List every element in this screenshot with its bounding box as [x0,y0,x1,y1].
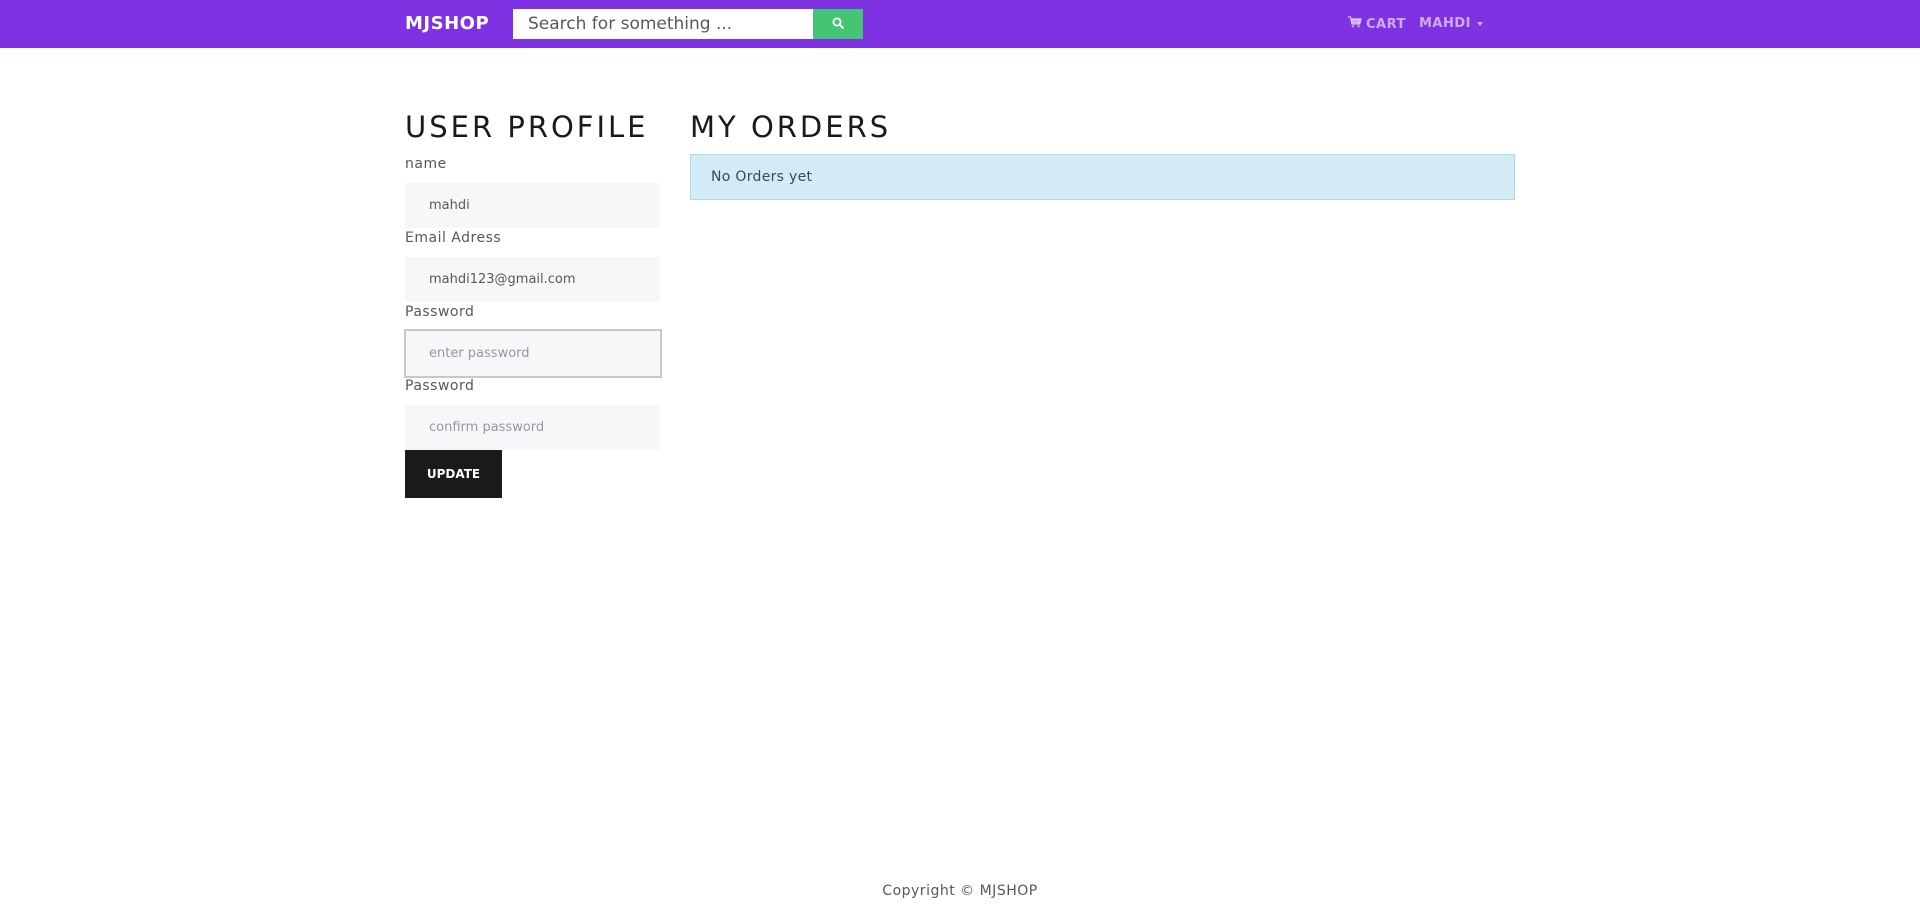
password-label: Password [405,304,475,320]
name-field[interactable] [405,183,660,228]
no-orders-alert: No Orders yet [690,154,1515,200]
caret-down-icon [1477,21,1484,26]
cart-label: CART [1366,16,1406,32]
shopping-cart-icon [1348,16,1362,32]
my-orders-title: MY ORDERS [690,110,892,144]
search-input[interactable] [513,9,813,39]
user-menu-label: MAHDI [1419,16,1472,31]
no-orders-message: No Orders yet [711,169,813,185]
email-field[interactable] [405,257,660,302]
name-label: name [405,156,447,172]
update-button[interactable]: UPDATE [405,450,502,498]
footer-copyright: Copyright © MJSHOP [882,883,1038,899]
email-label: Email Adress [405,230,502,246]
confirm-password-field[interactable] [405,405,660,450]
brand-logo[interactable]: MJSHOP [405,13,489,34]
cart-link[interactable]: CART [1348,16,1406,32]
user-menu-dropdown[interactable]: MAHDI [1419,16,1484,31]
search-icon [832,17,844,32]
confirm-password-label: Password [405,378,475,394]
user-profile-title: USER PROFILE [405,110,649,144]
search-button[interactable] [813,9,863,39]
top-navbar: MJSHOP CART MAHDI [0,0,1920,48]
password-field[interactable] [404,329,662,378]
